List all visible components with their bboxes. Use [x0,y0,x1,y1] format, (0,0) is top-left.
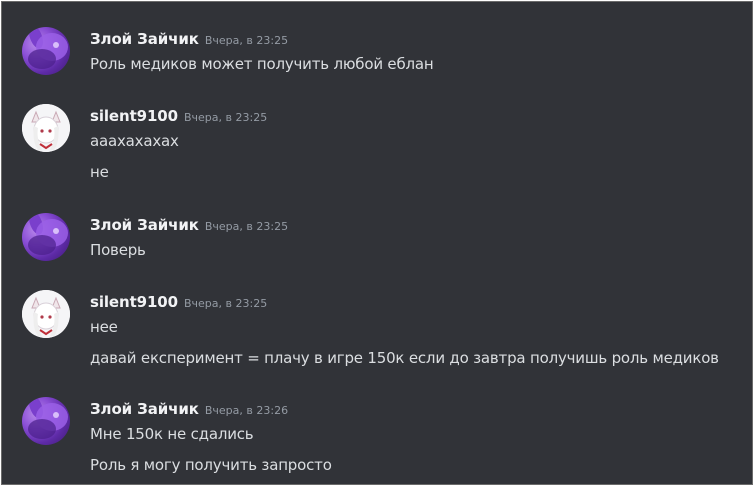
timestamp[interactable]: Вчера, в 23:25 [205,34,288,47]
message-header: silent9100 Вчера, в 23:25 [90,292,267,311]
username[interactable]: Злой Зайчик [90,400,199,418]
username[interactable]: Злой Зайчик [90,30,199,48]
message-header: Злой Зайчик Вчера, в 23:25 [90,29,288,48]
white-fox-girl-avatar-icon[interactable] [22,290,70,338]
username[interactable]: silent9100 [90,107,178,125]
message-text: давай експеримент = плачу в игре 150к ес… [90,349,719,367]
timestamp[interactable]: Вчера, в 23:25 [184,297,267,310]
username[interactable]: Злой Зайчик [90,216,199,234]
purple-bunny-avatar-icon[interactable] [22,397,70,445]
message-header: Злой Зайчик Вчера, в 23:26 [90,399,288,418]
message-text: ааахахахах [90,132,179,150]
username[interactable]: silent9100 [90,293,178,311]
message-text: не [90,163,109,181]
message-text: Мне 150к не сдались [90,425,254,443]
message-text: нее [90,318,118,336]
purple-bunny-avatar-icon[interactable] [22,213,70,261]
message-text: Поверь [90,241,146,259]
message-header: Злой Зайчик Вчера, в 23:25 [90,215,288,234]
purple-bunny-avatar-icon[interactable] [22,27,70,75]
timestamp[interactable]: Вчера, в 23:26 [205,404,288,417]
message-header: silent9100 Вчера, в 23:25 [90,106,267,125]
timestamp[interactable]: Вчера, в 23:25 [184,111,267,124]
chat-message-list: Злой Зайчик Вчера, в 23:25 Роль медиков м… [1,1,753,485]
white-fox-girl-avatar-icon[interactable] [22,104,70,152]
message-text: Роль медиков может получить любой еблан [90,55,434,73]
timestamp[interactable]: Вчера, в 23:25 [205,220,288,233]
message-text: Роль я могу получить запросто [90,456,332,474]
